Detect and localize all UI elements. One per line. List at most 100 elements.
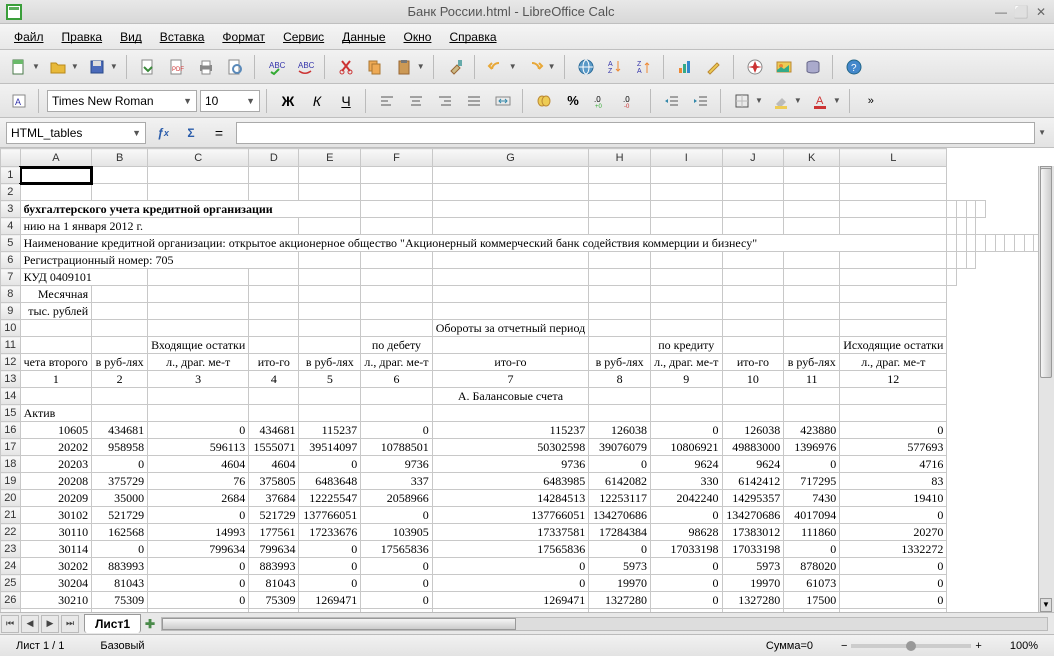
cell-H25[interactable]: 19970 [589, 575, 651, 592]
cell-J2[interactable] [722, 184, 784, 201]
cell-E16[interactable]: 115237 [299, 422, 361, 439]
cell-F21[interactable]: 0 [361, 507, 433, 524]
cell-G9[interactable] [432, 303, 589, 320]
row-header[interactable]: 6 [1, 252, 21, 269]
cell-K7[interactable] [840, 269, 947, 286]
cell-D16[interactable]: 434681 [249, 422, 299, 439]
cell-I24[interactable]: 0 [650, 558, 722, 575]
cell-J3[interactable] [957, 201, 967, 218]
cell-K13[interactable]: 11 [784, 371, 840, 388]
row-header[interactable]: 24 [1, 558, 21, 575]
borders-button[interactable] [729, 88, 755, 114]
row-header[interactable]: 9 [1, 303, 21, 320]
cell-D10[interactable] [249, 320, 299, 337]
format-paintbrush-button[interactable] [442, 54, 468, 80]
cell-C7[interactable] [249, 269, 299, 286]
cell-E20[interactable]: 12225547 [299, 490, 361, 507]
copy-button[interactable] [362, 54, 388, 80]
cell-G2[interactable] [432, 184, 589, 201]
function-wizard-button[interactable]: ƒx [152, 122, 174, 144]
cell-E18[interactable]: 0 [299, 456, 361, 473]
cell-K19[interactable]: 717295 [784, 473, 840, 490]
cell-H7[interactable] [650, 269, 722, 286]
cell-K20[interactable]: 7430 [784, 490, 840, 507]
underline-button[interactable]: Ч [333, 88, 359, 114]
cell-B11[interactable] [92, 337, 148, 354]
cell-E7[interactable] [361, 269, 433, 286]
borders-dropdown[interactable]: ▼ [755, 96, 763, 105]
cell-L22[interactable]: 20270 [840, 524, 947, 541]
cell-F26[interactable]: 0 [361, 592, 433, 609]
cell-J23[interactable]: 17033198 [722, 541, 784, 558]
cell-F10[interactable] [361, 320, 433, 337]
cell-F13[interactable]: 6 [361, 371, 433, 388]
decrease-indent-button[interactable] [659, 88, 685, 114]
cell-A18[interactable]: 20203 [20, 456, 92, 473]
font-name-dropdown-icon[interactable]: ▼ [183, 96, 192, 106]
cell-E9[interactable] [299, 303, 361, 320]
minimize-button[interactable]: — [994, 5, 1008, 19]
row-header[interactable]: 7 [1, 269, 21, 286]
cell-E2[interactable] [299, 184, 361, 201]
chart-button[interactable] [672, 54, 698, 80]
paste-button[interactable] [391, 54, 417, 80]
cell-J24[interactable]: 5973 [722, 558, 784, 575]
sort-asc-button[interactable]: AZ [602, 54, 628, 80]
menu-Формат[interactable]: Формат [214, 27, 273, 47]
bgcolor-dropdown[interactable]: ▼ [794, 96, 802, 105]
cell-L19[interactable]: 83 [840, 473, 947, 490]
cell-J20[interactable]: 14295357 [722, 490, 784, 507]
cell-A14[interactable] [20, 388, 92, 405]
cell-A21[interactable]: 30102 [20, 507, 92, 524]
cell-K25[interactable]: 61073 [784, 575, 840, 592]
cell-G13[interactable]: 7 [432, 371, 589, 388]
cell-A1[interactable] [20, 167, 92, 184]
cell-E5[interactable] [976, 235, 986, 252]
cell-A10[interactable] [20, 320, 92, 337]
cell-C5[interactable] [957, 235, 967, 252]
cell-J17[interactable]: 49883000 [722, 439, 784, 456]
cell-F19[interactable]: 337 [361, 473, 433, 490]
hyperlink-button[interactable] [573, 54, 599, 80]
new-doc-button[interactable] [6, 54, 32, 80]
percent-button[interactable]: % [560, 88, 586, 114]
cell-D1[interactable] [249, 167, 299, 184]
cell-K21[interactable]: 4017094 [784, 507, 840, 524]
row-header[interactable]: 16 [1, 422, 21, 439]
cell-D24[interactable]: 883993 [249, 558, 299, 575]
cell-D12[interactable]: ито-го [249, 354, 299, 371]
undo-button[interactable] [483, 54, 509, 80]
cell-D27[interactable]: 50 [249, 609, 299, 613]
cell-C20[interactable]: 2684 [148, 490, 249, 507]
cell-H18[interactable]: 0 [589, 456, 651, 473]
cell-D4[interactable] [432, 218, 589, 235]
cell-G5[interactable] [995, 235, 1005, 252]
font-size-combo[interactable]: 10▼ [200, 90, 260, 112]
row-header[interactable]: 18 [1, 456, 21, 473]
cell-G1[interactable] [432, 167, 589, 184]
cell-B19[interactable]: 375729 [92, 473, 148, 490]
cell-C27[interactable]: 0 [148, 609, 249, 613]
row-header[interactable]: 13 [1, 371, 21, 388]
cell-F7[interactable] [432, 269, 589, 286]
cell-E24[interactable]: 0 [299, 558, 361, 575]
cell-L10[interactable] [840, 320, 947, 337]
cell-I25[interactable]: 0 [650, 575, 722, 592]
cell-K17[interactable]: 1396976 [784, 439, 840, 456]
cell-I4[interactable] [840, 218, 947, 235]
cell-L20[interactable]: 19410 [840, 490, 947, 507]
cell-J15[interactable] [722, 405, 784, 422]
cell-G24[interactable]: 0 [432, 558, 589, 575]
cell-H12[interactable]: в руб-лях [589, 354, 651, 371]
cell-F17[interactable]: 10788501 [361, 439, 433, 456]
cell-L17[interactable]: 577693 [840, 439, 947, 456]
cell-E26[interactable]: 1269471 [299, 592, 361, 609]
cell-J6[interactable] [947, 252, 957, 269]
cell-J19[interactable]: 6142412 [722, 473, 784, 490]
cell-G16[interactable]: 115237 [432, 422, 589, 439]
cell-G12[interactable]: ито-го [432, 354, 589, 371]
cell-H1[interactable] [589, 167, 651, 184]
cell-J4[interactable] [947, 218, 957, 235]
cell-L25[interactable]: 0 [840, 575, 947, 592]
cell-E13[interactable]: 5 [299, 371, 361, 388]
